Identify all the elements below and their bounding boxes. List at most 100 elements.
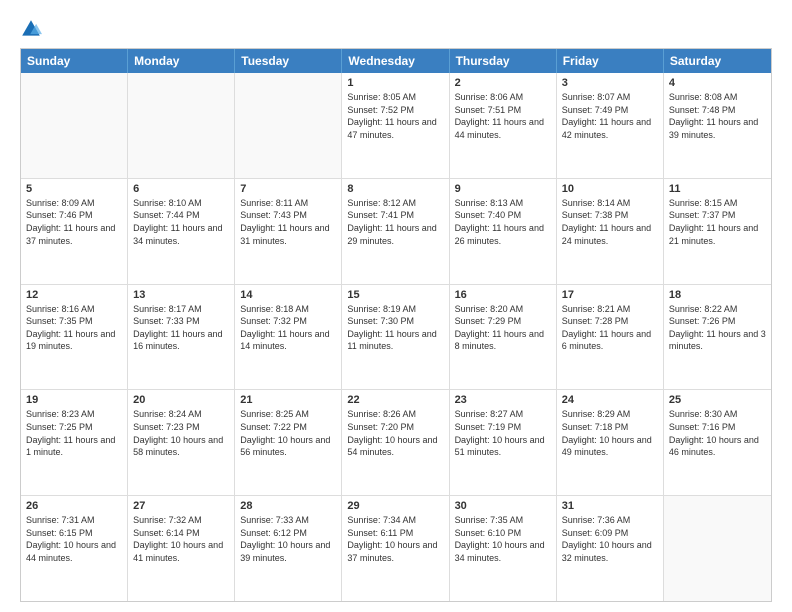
day-cell-18: 18 Sunrise: 8:22 AM Sunset: 7:26 PM Dayli… — [664, 285, 771, 390]
header-cell-saturday: Saturday — [664, 49, 771, 73]
day-info: Sunrise: 8:27 AM Sunset: 7:19 PM Dayligh… — [455, 408, 551, 458]
day-info: Sunrise: 8:30 AM Sunset: 7:16 PM Dayligh… — [669, 408, 766, 458]
day-number: 10 — [562, 183, 658, 195]
day-number: 22 — [347, 394, 443, 406]
day-cell-7: 7Sunrise: 8:11 AM Sunset: 7:43 PM Daylig… — [235, 179, 342, 284]
day-number: 19 — [26, 394, 122, 406]
day-number: 4 — [669, 77, 766, 89]
day-info: Sunrise: 8:08 AM Sunset: 7:48 PM Dayligh… — [669, 91, 766, 141]
header-cell-wednesday: Wednesday — [342, 49, 449, 73]
day-info: Sunrise: 8:20 AM Sunset: 7:29 PM Dayligh… — [455, 303, 551, 353]
day-number: 7 — [240, 183, 336, 195]
day-info: Sunrise: 8:05 AM Sunset: 7:52 PM Dayligh… — [347, 91, 443, 141]
day-cell-9: 9 Sunrise: 8:13 AM Sunset: 7:40 PM Daylig… — [450, 179, 557, 284]
day-number: 1 — [347, 77, 443, 89]
day-cell-5: 5 Sunrise: 8:09 AM Sunset: 7:46 PM Daylig… — [21, 179, 128, 284]
day-number: 25 — [669, 394, 766, 406]
day-number: 5 — [26, 183, 122, 195]
day-cell-10: 10 Sunrise: 8:14 AM Sunset: 7:38 PM Dayli… — [557, 179, 664, 284]
day-info: Sunrise: 8:13 AM Sunset: 7:40 PM Dayligh… — [455, 197, 551, 247]
day-number: 24 — [562, 394, 658, 406]
day-info: Sunrise: 8:16 AM Sunset: 7:35 PM Dayligh… — [26, 303, 122, 353]
day-info: Sunrise: 7:34 AM Sunset: 6:11 PM Dayligh… — [347, 514, 443, 564]
day-number: 31 — [562, 500, 658, 512]
day-info: Sunrise: 7:31 AM Sunset: 6:15 PM Dayligh… — [26, 514, 122, 564]
day-cell-31: 31 Sunrise: 7:36 AM Sunset: 6:09 PM Dayli… — [557, 496, 664, 601]
day-info: Sunrise: 7:32 AM Sunset: 6:14 PM Dayligh… — [133, 514, 229, 564]
day-number: 16 — [455, 289, 551, 301]
day-cell-23: 23 Sunrise: 8:27 AM Sunset: 7:19 PM Dayli… — [450, 390, 557, 495]
day-cell-24: 24 Sunrise: 8:29 AM Sunset: 7:18 PM Dayli… — [557, 390, 664, 495]
day-number: 9 — [455, 183, 551, 195]
logo-icon — [20, 18, 42, 40]
day-cell-21: 21 Sunrise: 8:25 AM Sunset: 7:22 PM Dayli… — [235, 390, 342, 495]
day-cell-13: 13 Sunrise: 8:17 AM Sunset: 7:33 PM Dayli… — [128, 285, 235, 390]
calendar-row-3: 12 Sunrise: 8:16 AM Sunset: 7:35 PM Dayli… — [21, 285, 771, 391]
day-info: Sunrise: 8:22 AM Sunset: 7:26 PM Dayligh… — [669, 303, 766, 353]
header-cell-tuesday: Tuesday — [235, 49, 342, 73]
day-info: Sunrise: 8:25 AM Sunset: 7:22 PM Dayligh… — [240, 408, 336, 458]
day-cell-17: 17 Sunrise: 8:21 AM Sunset: 7:28 PM Dayli… — [557, 285, 664, 390]
day-cell-20: 20Sunrise: 8:24 AM Sunset: 7:23 PM Dayli… — [128, 390, 235, 495]
day-info: Sunrise: 8:26 AM Sunset: 7:20 PM Dayligh… — [347, 408, 443, 458]
day-info: Sunrise: 7:35 AM Sunset: 6:10 PM Dayligh… — [455, 514, 551, 564]
calendar-body: 1 Sunrise: 8:05 AM Sunset: 7:52 PM Daylig… — [21, 73, 771, 601]
day-number: 12 — [26, 289, 122, 301]
day-number: 18 — [669, 289, 766, 301]
day-number: 26 — [26, 500, 122, 512]
day-info: Sunrise: 8:23 AM Sunset: 7:25 PM Dayligh… — [26, 408, 122, 458]
day-info: Sunrise: 7:33 AM Sunset: 6:12 PM Dayligh… — [240, 514, 336, 564]
calendar-row-5: 26 Sunrise: 7:31 AM Sunset: 6:15 PM Dayli… — [21, 496, 771, 601]
day-info: Sunrise: 8:10 AM Sunset: 7:44 PM Dayligh… — [133, 197, 229, 247]
day-info: Sunrise: 8:12 AM Sunset: 7:41 PM Dayligh… — [347, 197, 443, 247]
day-cell-empty-0-0 — [21, 73, 128, 178]
calendar-row-2: 5 Sunrise: 8:09 AM Sunset: 7:46 PM Daylig… — [21, 179, 771, 285]
day-info: Sunrise: 8:15 AM Sunset: 7:37 PM Dayligh… — [669, 197, 766, 247]
day-cell-19: 19 Sunrise: 8:23 AM Sunset: 7:25 PM Dayli… — [21, 390, 128, 495]
calendar: SundayMondayTuesdayWednesdayThursdayFrid… — [20, 48, 772, 602]
day-cell-26: 26 Sunrise: 7:31 AM Sunset: 6:15 PM Dayli… — [21, 496, 128, 601]
day-number: 20 — [133, 394, 229, 406]
day-cell-4: 4 Sunrise: 8:08 AM Sunset: 7:48 PM Daylig… — [664, 73, 771, 178]
day-cell-14: 14 Sunrise: 8:18 AM Sunset: 7:32 PM Dayli… — [235, 285, 342, 390]
logo — [20, 18, 46, 40]
day-cell-22: 22 Sunrise: 8:26 AM Sunset: 7:20 PM Dayli… — [342, 390, 449, 495]
day-number: 23 — [455, 394, 551, 406]
day-cell-25: 25 Sunrise: 8:30 AM Sunset: 7:16 PM Dayli… — [664, 390, 771, 495]
day-info: Sunrise: 8:21 AM Sunset: 7:28 PM Dayligh… — [562, 303, 658, 353]
day-cell-empty-0-1 — [128, 73, 235, 178]
day-number: 6 — [133, 183, 229, 195]
day-cell-3: 3Sunrise: 8:07 AM Sunset: 7:49 PM Daylig… — [557, 73, 664, 178]
day-info: Sunrise: 8:09 AM Sunset: 7:46 PM Dayligh… — [26, 197, 122, 247]
day-cell-27: 27Sunrise: 7:32 AM Sunset: 6:14 PM Dayli… — [128, 496, 235, 601]
day-number: 13 — [133, 289, 229, 301]
day-number: 28 — [240, 500, 336, 512]
day-info: Sunrise: 8:18 AM Sunset: 7:32 PM Dayligh… — [240, 303, 336, 353]
header-cell-friday: Friday — [557, 49, 664, 73]
day-number: 30 — [455, 500, 551, 512]
day-cell-29: 29 Sunrise: 7:34 AM Sunset: 6:11 PM Dayli… — [342, 496, 449, 601]
day-cell-2: 2 Sunrise: 8:06 AM Sunset: 7:51 PM Daylig… — [450, 73, 557, 178]
day-info: Sunrise: 8:07 AM Sunset: 7:49 PM Dayligh… — [562, 91, 658, 141]
day-info: Sunrise: 8:29 AM Sunset: 7:18 PM Dayligh… — [562, 408, 658, 458]
day-info: Sunrise: 8:14 AM Sunset: 7:38 PM Dayligh… — [562, 197, 658, 247]
calendar-row-4: 19 Sunrise: 8:23 AM Sunset: 7:25 PM Dayli… — [21, 390, 771, 496]
calendar-header: SundayMondayTuesdayWednesdayThursdayFrid… — [21, 49, 771, 73]
day-info: Sunrise: 8:17 AM Sunset: 7:33 PM Dayligh… — [133, 303, 229, 353]
day-cell-12: 12 Sunrise: 8:16 AM Sunset: 7:35 PM Dayli… — [21, 285, 128, 390]
day-number: 21 — [240, 394, 336, 406]
day-cell-empty-0-2 — [235, 73, 342, 178]
day-cell-8: 8 Sunrise: 8:12 AM Sunset: 7:41 PM Daylig… — [342, 179, 449, 284]
day-number: 14 — [240, 289, 336, 301]
day-number: 17 — [562, 289, 658, 301]
day-number: 11 — [669, 183, 766, 195]
header-cell-monday: Monday — [128, 49, 235, 73]
day-info: Sunrise: 8:06 AM Sunset: 7:51 PM Dayligh… — [455, 91, 551, 141]
day-number: 2 — [455, 77, 551, 89]
day-info: Sunrise: 7:36 AM Sunset: 6:09 PM Dayligh… — [562, 514, 658, 564]
day-number: 8 — [347, 183, 443, 195]
header-cell-thursday: Thursday — [450, 49, 557, 73]
day-cell-11: 11 Sunrise: 8:15 AM Sunset: 7:37 PM Dayli… — [664, 179, 771, 284]
day-number: 29 — [347, 500, 443, 512]
day-cell-30: 30 Sunrise: 7:35 AM Sunset: 6:10 PM Dayli… — [450, 496, 557, 601]
